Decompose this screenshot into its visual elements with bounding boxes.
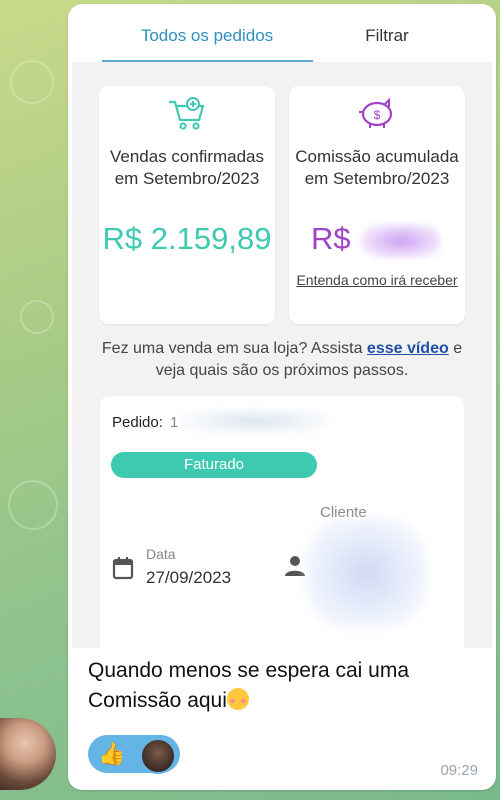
- tab-bar: Todos os pedidos Filtrar: [72, 8, 492, 62]
- status-badge: Faturado: [111, 452, 317, 478]
- how-to-receive-link[interactable]: Entenda como irá receber: [289, 270, 465, 290]
- thumbs-up-reaction: 👍: [98, 741, 126, 766]
- active-tab-indicator: [102, 60, 313, 62]
- message-text-content: Quando menos se espera cai uma Comissão …: [88, 659, 410, 712]
- date-caption: Data: [146, 546, 176, 562]
- order-card[interactable]: Pedido: 1 Faturado Cliente Data 27/09/20…: [100, 396, 464, 648]
- order-label: Pedido:: [112, 414, 163, 431]
- commission-amount-prefix: R$: [311, 221, 351, 256]
- video-link[interactable]: esse vídeo: [367, 340, 449, 357]
- svg-text:$: $: [374, 108, 381, 122]
- sales-card-label: Vendas confirmadas em Setembro/2023: [109, 147, 265, 188]
- date-value: 27/09/2023: [146, 568, 232, 587]
- calendar-icon: [112, 557, 134, 580]
- sales-amount: R$ 2.159,89: [102, 221, 272, 256]
- sales-card: Vendas confirmadas em Setembro/2023 R$ 2…: [99, 86, 275, 324]
- order-number: 1: [170, 414, 179, 431]
- tab-filter[interactable]: Filtrar: [282, 8, 492, 62]
- message-timestamp: 09:29: [440, 762, 478, 779]
- reactor-avatar: [140, 738, 176, 774]
- hint-text-start: Fez uma venda em sua loja? Assista: [101, 340, 367, 357]
- commission-card: $ Comissão acumulada em Setembro/2023 R$…: [289, 86, 465, 324]
- piggy-bank-icon: $: [359, 97, 393, 128]
- cart-icon: [169, 97, 205, 130]
- message-text: Quando menos se espera cai uma Comissão …: [88, 656, 488, 716]
- background-doodle: [10, 60, 54, 104]
- chat-message-bubble[interactable]: Todos os pedidos Filtrar Vendas confirma…: [68, 4, 496, 790]
- redacted-commission-value: [361, 224, 441, 258]
- sender-avatar[interactable]: [0, 718, 56, 790]
- background-doodle: [20, 300, 54, 334]
- shared-screenshot[interactable]: Todos os pedidos Filtrar Vendas confirma…: [72, 8, 492, 648]
- commission-card-label: Comissão acumulada em Setembro/2023: [295, 147, 459, 188]
- redacted-client-name: [306, 518, 426, 628]
- tab-all-orders[interactable]: Todos os pedidos: [102, 8, 312, 62]
- redacted-order-number: [180, 408, 330, 434]
- person-icon: [285, 556, 305, 576]
- reaction-chip[interactable]: 👍: [88, 735, 180, 774]
- smiling-hearts-emoji: [226, 688, 249, 710]
- background-doodle: [8, 480, 58, 530]
- video-hint-text: Fez uma venda em sua loja? Assista esse …: [96, 338, 468, 382]
